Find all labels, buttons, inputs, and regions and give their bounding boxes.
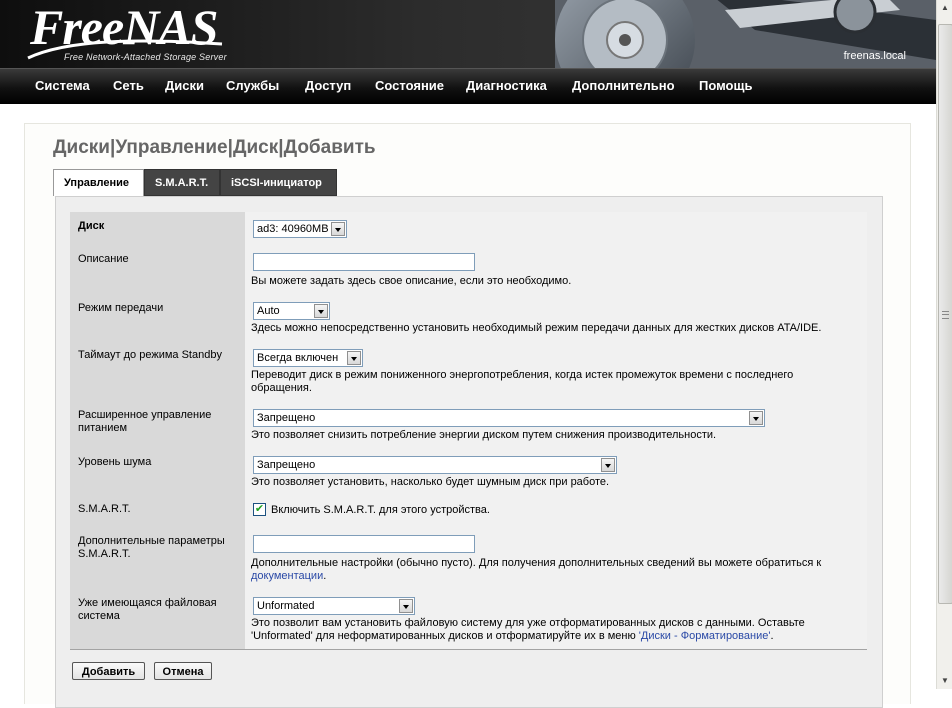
- chevron-down-icon[interactable]: [314, 304, 328, 318]
- row-smart-extra: Дополнительные параметры S.M.A.R.T. Допо…: [70, 527, 867, 590]
- disk-select-value: ad3: 40960MB: [257, 223, 329, 235]
- chevron-down-icon[interactable]: [347, 351, 361, 365]
- smart-checkbox[interactable]: ✔: [253, 503, 266, 516]
- noise-hint: Это позволяет установить, насколько буде…: [251, 476, 610, 488]
- description-label: Описание: [70, 245, 245, 294]
- nav-system[interactable]: Система: [35, 78, 90, 93]
- scrollbar-thumb[interactable]: [938, 24, 952, 604]
- row-noise-level: Уровень шума Запрещено Это позволяет уст…: [70, 448, 867, 496]
- description-field: Вы можете задать здесь свое описание, ес…: [245, 245, 867, 294]
- noise-value: Запрещено: [257, 459, 316, 471]
- smart-extra-label: Дополнительные параметры S.M.A.R.T.: [70, 527, 245, 589]
- smart-label: S.M.A.R.T.: [70, 495, 245, 527]
- hostname-label: freenas.local: [843, 50, 906, 62]
- nav-disks[interactable]: Диски: [165, 78, 204, 93]
- disk-select[interactable]: ad3: 40960MB: [253, 220, 347, 238]
- transfer-mode-select[interactable]: Auto: [253, 302, 330, 320]
- scroll-up-arrow-icon[interactable]: ▲: [938, 0, 952, 16]
- disk-label: Диск: [70, 212, 245, 245]
- smart-field: ✔ Включить S.M.A.R.T. для этого устройст…: [245, 495, 867, 527]
- nav-diagnostics[interactable]: Диагностика: [466, 78, 547, 93]
- row-power-management: Расширенное управление питанием Запрещен…: [70, 401, 867, 449]
- row-existing-filesystem: Уже имеющаяся файловая система Unformate…: [70, 589, 867, 650]
- nav-help[interactable]: Помощь: [699, 78, 752, 93]
- scroll-down-arrow-icon[interactable]: ▼: [938, 673, 952, 689]
- description-hint: Вы можете задать здесь свое описание, ес…: [251, 275, 572, 287]
- breadcrumb-disk: Диск: [232, 137, 279, 158]
- smart-checkbox-label[interactable]: Включить S.M.A.R.T. для этого устройства…: [271, 504, 847, 517]
- add-button[interactable]: Добавить: [72, 662, 145, 680]
- row-transfer-mode: Режим передачи Auto Здесь можно непосред…: [70, 294, 867, 342]
- transfer-mode-label: Режим передачи: [70, 294, 245, 341]
- standby-select[interactable]: Всегда включен: [253, 349, 363, 367]
- vertical-scrollbar[interactable]: ▲ ▼: [936, 0, 952, 689]
- logo-subtitle: Free Network-Attached Storage Server: [64, 52, 227, 62]
- filesystem-select[interactable]: Unformated: [253, 597, 415, 615]
- breadcrumb-management: Управление: [115, 137, 228, 158]
- smart-extra-input[interactable]: [253, 535, 475, 553]
- transfer-mode-value: Auto: [257, 305, 280, 317]
- chevron-down-icon[interactable]: [331, 222, 345, 236]
- description-input[interactable]: [253, 253, 475, 271]
- tab-smart[interactable]: S.M.A.R.T.: [144, 169, 220, 196]
- smart-extra-field: Дополнительные настройки (обычно пусто).…: [245, 527, 867, 589]
- apm-select[interactable]: Запрещено: [253, 409, 765, 427]
- nav-services[interactable]: Службы: [226, 78, 279, 93]
- transfer-mode-hint: Здесь можно непосредственно установить н…: [251, 322, 822, 334]
- nav-status[interactable]: Состояние: [375, 78, 444, 93]
- header-banner: FreeNAS Free Network-Attached Storage Se…: [0, 0, 936, 68]
- standby-value: Всегда включен: [257, 352, 339, 364]
- apm-field: Запрещено Это позволяет снизить потребле…: [245, 401, 867, 448]
- main-navigation: Система Сеть Диски Службы Доступ Состоян…: [0, 68, 936, 104]
- row-smart: S.M.A.R.T. ✔ Включить S.M.A.R.T. для это…: [70, 495, 867, 528]
- row-standby-timeout: Таймаут до режима Standby Всегда включен…: [70, 341, 867, 402]
- standby-label: Таймаут до режима Standby: [70, 341, 245, 401]
- noise-field: Запрещено Это позволяет установить, наск…: [245, 448, 867, 495]
- apm-hint: Это позволяет снизить потребление энерги…: [251, 429, 717, 441]
- smart-extra-hint-text: Дополнительные настройки (обычно пусто).…: [251, 557, 822, 569]
- noise-select[interactable]: Запрещено: [253, 456, 617, 474]
- breadcrumb-disks: Диски: [53, 137, 110, 158]
- row-description: Описание Вы можете задать здесь свое опи…: [70, 245, 867, 295]
- noise-label: Уровень шума: [70, 448, 245, 495]
- apm-label: Расширенное управление питанием: [70, 401, 245, 448]
- cancel-button[interactable]: Отмена: [154, 662, 212, 680]
- documentation-link[interactable]: документации: [251, 570, 323, 582]
- chevron-down-icon[interactable]: [749, 411, 763, 425]
- checkmark-icon: ✔: [254, 503, 265, 515]
- chevron-down-icon[interactable]: [601, 458, 615, 472]
- apm-value: Запрещено: [257, 412, 316, 424]
- tab-management[interactable]: Управление: [53, 169, 144, 196]
- filesystem-field: Unformated Это позволит вам установить ф…: [245, 589, 867, 649]
- content-panel: Диски|Управление|Диск|Добавить Управлени…: [24, 123, 911, 708]
- filesystem-hint-end: .: [770, 630, 774, 642]
- freenas-logo[interactable]: FreeNAS: [30, 0, 218, 56]
- filesystem-value: Unformated: [257, 600, 315, 612]
- filesystem-hint: Это позволит вам установить файловую сис…: [251, 617, 847, 643]
- chevron-down-icon[interactable]: [399, 599, 413, 613]
- form-actions: Добавить Отмена: [72, 662, 272, 682]
- page-title: Диски|Управление|Диск|Добавить: [53, 137, 376, 159]
- tab-iscsi-initiator[interactable]: iSCSI-инициатор: [220, 169, 337, 196]
- smart-extra-hint: Дополнительные настройки (обычно пусто).…: [251, 557, 847, 583]
- filesystem-label: Уже имеющаяся файловая система: [70, 589, 245, 649]
- disk-field: ad3: 40960MB: [245, 212, 867, 245]
- breadcrumb-add: Добавить: [283, 137, 376, 158]
- smart-extra-hint-end: .: [323, 570, 327, 582]
- nav-network[interactable]: Сеть: [113, 78, 144, 93]
- grip-icon: [942, 311, 949, 319]
- standby-hint: Переводит диск в режим пониженного энерг…: [251, 369, 794, 394]
- nav-access[interactable]: Доступ: [305, 78, 351, 93]
- nav-advanced[interactable]: Дополнительно: [572, 78, 675, 93]
- row-disk: Диск ad3: 40960MB: [70, 212, 867, 246]
- disk-add-form: Диск ad3: 40960MB Описание Вы можете зад…: [55, 196, 883, 708]
- disk-format-link[interactable]: 'Диски - Форматирование': [639, 630, 771, 642]
- transfer-mode-field: Auto Здесь можно непосредственно установ…: [245, 294, 867, 341]
- standby-field: Всегда включен Переводит диск в режим по…: [245, 341, 867, 401]
